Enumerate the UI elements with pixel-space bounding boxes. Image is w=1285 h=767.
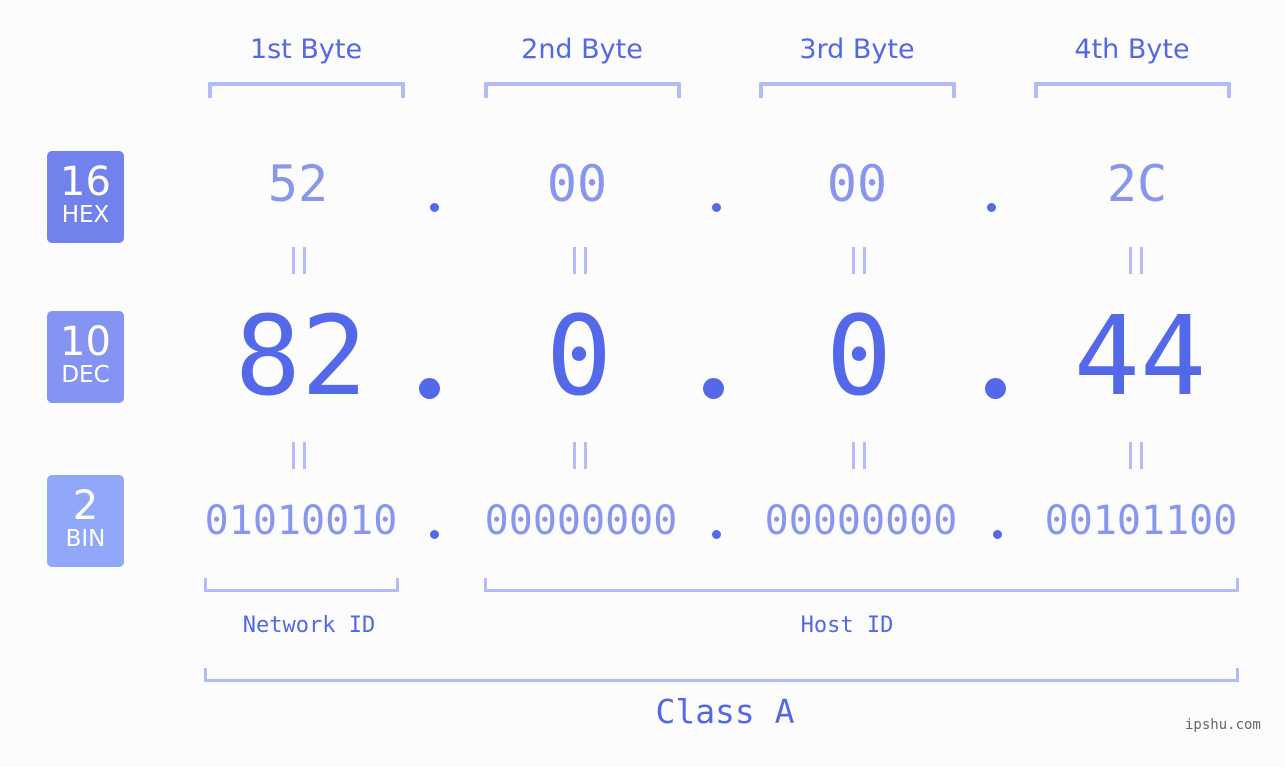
dec-byte-3: 0 (825, 292, 893, 420)
host-id-label: Host ID (800, 613, 894, 638)
hex-byte-1: 52 (267, 155, 329, 213)
dec-separator-dot (703, 378, 724, 399)
bin-badge: 2 BIN (47, 475, 124, 567)
host-id-bracket (484, 578, 1239, 592)
equals-icon (292, 442, 306, 469)
bin-separator-dot (712, 530, 721, 539)
hex-label: HEX (61, 202, 110, 228)
dec-byte-4: 44 (1073, 292, 1207, 420)
hex-badge: 16 HEX (47, 151, 124, 243)
bin-byte-4: 00101100 (1044, 498, 1238, 544)
bin-separator-dot (993, 530, 1002, 539)
hex-byte-4: 2C (1106, 155, 1168, 213)
equals-icon (573, 442, 587, 469)
hex-byte-2: 00 (546, 155, 608, 213)
dec-badge: 10 DEC (47, 311, 124, 403)
equals-icon (292, 247, 306, 274)
equals-icon (573, 247, 587, 274)
dec-separator-dot (419, 378, 440, 399)
bin-separator-dot (430, 530, 439, 539)
bin-byte-1: 01010010 (204, 498, 398, 544)
hex-separator-dot (430, 203, 439, 212)
byte-header-1: 1st Byte (249, 34, 363, 65)
hex-base: 16 (60, 159, 111, 205)
network-id-bracket (204, 578, 399, 592)
bin-label: BIN (65, 526, 106, 552)
hex-separator-dot (712, 203, 721, 212)
byte-header-2: 2nd Byte (521, 34, 643, 65)
bin-byte-2: 00000000 (484, 498, 678, 544)
byte-bracket-1 (208, 82, 405, 98)
dec-byte-1: 82 (234, 292, 368, 420)
byte-bracket-3 (759, 82, 956, 98)
byte-header-4: 4th Byte (1074, 34, 1190, 65)
bin-base: 2 (72, 483, 99, 529)
bin-byte-3: 00000000 (764, 498, 958, 544)
equals-icon (1129, 442, 1143, 469)
hex-byte-3: 00 (826, 155, 888, 213)
dec-byte-2: 0 (545, 292, 613, 420)
equals-icon (852, 442, 866, 469)
byte-bracket-2 (484, 82, 681, 98)
network-id-label: Network ID (242, 613, 376, 638)
equals-icon (852, 247, 866, 274)
equals-icon (1129, 247, 1143, 274)
watermark: ipshu.com (1185, 717, 1261, 733)
class-bracket (204, 668, 1239, 682)
hex-separator-dot (987, 203, 996, 212)
dec-label: DEC (61, 362, 110, 388)
class-label: Class A (655, 692, 795, 731)
byte-header-3: 3rd Byte (799, 34, 915, 65)
dec-base: 10 (60, 319, 111, 365)
byte-bracket-4 (1034, 82, 1231, 98)
dec-separator-dot (985, 378, 1006, 399)
